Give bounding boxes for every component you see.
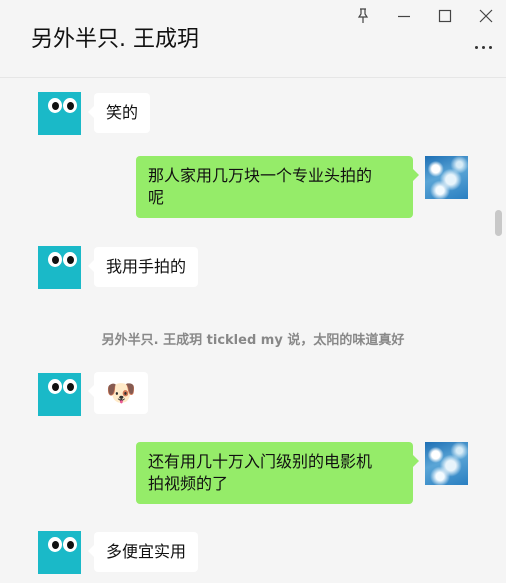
message-line: 还有用几十万入门级别的电影机 [148,452,373,471]
minimize-icon-svg [398,15,410,18]
message-list[interactable]: 笑的 那人家用几万块一个专业头拍的 呢 我用手拍的 另外半只. 王成玥 tick… [0,79,506,583]
close-icon[interactable] [474,6,498,26]
more-dots-icon[interactable] [472,41,494,53]
maximize-icon-svg [438,9,452,23]
message-row: 多便宜实用 [0,530,506,576]
message-bubble[interactable]: 那人家用几万块一个专业头拍的 呢 [136,156,419,218]
avatar[interactable] [425,156,468,199]
system-message: 另外半只. 王成玥 tickled my 说，太阳的味道真好 [101,333,405,348]
chat-title: 另外半只. 王成玥 [31,27,199,52]
avatar[interactable] [425,442,468,485]
message-bubble[interactable]: 多便宜实用 [87,532,199,572]
message-bubble[interactable]: 笑的 [87,93,151,133]
message-line: 呢 [148,188,165,207]
scrollbar-thumb[interactable] [495,210,502,236]
message-bubble[interactable]: 还有用几十万入门级别的电影机 拍视频的了 [136,442,419,504]
close-icon-svg [479,9,493,23]
doge-emoji-icon: 🐶 [106,379,136,407]
message-row: 笑的 [0,91,506,137]
avatar[interactable] [38,246,81,289]
pin-icon-svg [357,8,369,23]
maximize-icon[interactable] [433,6,457,26]
message-line: 拍视频的了 [148,474,229,493]
pin-icon[interactable] [351,6,375,26]
message-row: 还有用几十万入门级别的电影机 拍视频的了 [0,442,506,514]
minimize-icon[interactable] [392,6,416,26]
message-row: 那人家用几万块一个专业头拍的 呢 [0,156,506,228]
chat-header: 另外半只. 王成玥 [0,0,506,78]
message-bubble[interactable]: 我用手拍的 [87,247,199,287]
message-bubble[interactable]: 🐶 [88,372,148,414]
message-row: 我用手拍的 [0,245,506,291]
avatar[interactable] [38,373,81,416]
avatar[interactable] [38,92,81,135]
avatar[interactable] [38,531,81,574]
message-row: 🐶 [0,372,506,418]
message-line: 那人家用几万块一个专业头拍的 [148,166,373,185]
